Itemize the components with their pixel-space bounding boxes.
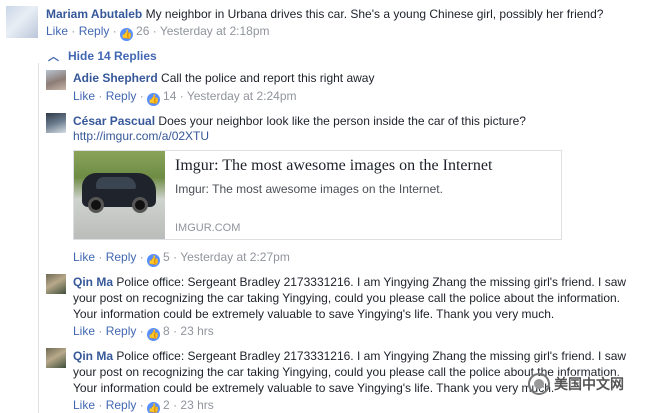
reply-button[interactable]: Reply bbox=[106, 250, 137, 264]
timestamp[interactable]: Yesterday at 2:24pm bbox=[187, 89, 297, 103]
timestamp[interactable]: Yesterday at 2:27pm bbox=[180, 250, 290, 264]
thumbs-up-icon: 👍 bbox=[147, 254, 161, 267]
reply-body: Call the police and report this right aw… bbox=[161, 71, 375, 85]
watermark-text: 美国中文网 bbox=[554, 376, 624, 392]
comment-author[interactable]: Mariam Abutaleb bbox=[46, 7, 142, 21]
reply-body: Police office: Sergeant Bradley 21733312… bbox=[116, 275, 627, 289]
reply-button[interactable]: Reply bbox=[106, 89, 137, 103]
reply-author[interactable]: César Pascual bbox=[73, 114, 155, 128]
reply-text-line: your post on recognizing the car taking … bbox=[73, 291, 621, 305]
reply-button[interactable]: Reply bbox=[79, 24, 110, 38]
avatar[interactable] bbox=[46, 274, 66, 294]
reply-author[interactable]: Qin Ma bbox=[73, 349, 113, 363]
reply-body: Does your neighbor look like the person … bbox=[158, 114, 526, 128]
like-count[interactable]: 26 bbox=[136, 24, 149, 38]
preview-title[interactable]: Imgur: The most awesome images on the In… bbox=[175, 157, 492, 175]
reply-body: Police office: Sergeant Bradley 21733312… bbox=[116, 349, 627, 363]
watermark: 美国中文网 bbox=[528, 373, 624, 395]
like-count[interactable]: 5 bbox=[163, 250, 170, 264]
comment-text: Mariam Abutaleb My neighbor in Urbana dr… bbox=[46, 6, 603, 22]
comment-body: My neighbor in Urbana drives this car. S… bbox=[145, 7, 604, 21]
like-button[interactable]: Like bbox=[73, 250, 95, 264]
like-button[interactable]: Like bbox=[73, 398, 95, 412]
like-count[interactable]: 14 bbox=[163, 89, 176, 103]
avatar[interactable] bbox=[46, 113, 66, 133]
reply-button[interactable]: Reply bbox=[106, 324, 137, 338]
thumbs-up-icon: 👍 bbox=[147, 402, 161, 413]
reply-text-line: Your information could be extremely valu… bbox=[73, 307, 555, 321]
timestamp[interactable]: 23 hrs bbox=[180, 398, 213, 412]
reply-actions: Like · Reply · 👍 8 · 23 hrs bbox=[73, 324, 214, 341]
comment-actions: Like · Reply · 👍 26 · Yesterday at 2:18pm bbox=[46, 24, 270, 41]
hide-replies-label: Hide 14 Replies bbox=[68, 49, 157, 63]
avatar[interactable] bbox=[46, 348, 66, 368]
reply-author[interactable]: Qin Ma bbox=[73, 275, 113, 289]
reply-text: César Pascual Does your neighbor look li… bbox=[73, 113, 526, 129]
timestamp[interactable]: Yesterday at 2:18pm bbox=[160, 24, 270, 38]
chevron-up-icon: ︿ bbox=[48, 51, 59, 63]
preview-domain: IMGUR.COM bbox=[175, 222, 241, 234]
preview-description: Imgur: The most awesome images on the In… bbox=[175, 182, 443, 196]
reply-text-line: Your information could be extremely valu… bbox=[73, 381, 555, 395]
avatar[interactable] bbox=[6, 6, 38, 38]
reply-button[interactable]: Reply bbox=[106, 398, 137, 412]
link-preview-card[interactable]: Imgur: The most awesome images on the In… bbox=[73, 150, 562, 240]
reply-actions: Like · Reply · 👍 2 · 23 hrs bbox=[73, 398, 214, 413]
reply-author[interactable]: Adie Shepherd bbox=[73, 71, 158, 85]
preview-thumbnail[interactable] bbox=[74, 151, 165, 239]
watermark-logo-icon bbox=[528, 373, 550, 395]
reply-actions: Like · Reply · 👍 5 · Yesterday at 2:27pm bbox=[73, 250, 290, 267]
reply-actions: Like · Reply · 👍 14 · Yesterday at 2:24pm bbox=[73, 89, 297, 106]
hide-replies-button[interactable]: ︿ Hide 14 Replies bbox=[48, 48, 157, 65]
like-count[interactable]: 2 bbox=[163, 398, 170, 412]
thumbs-up-icon: 👍 bbox=[147, 328, 161, 341]
like-count[interactable]: 8 bbox=[163, 324, 170, 338]
reply-text: Adie Shepherd Call the police and report… bbox=[73, 70, 374, 86]
reply-text-line: Qin Ma Police office: Sergeant Bradley 2… bbox=[73, 274, 626, 290]
thumbs-up-icon: 👍 bbox=[147, 93, 161, 106]
timestamp[interactable]: 23 hrs bbox=[180, 324, 213, 338]
like-button[interactable]: Like bbox=[73, 324, 95, 338]
reply-text-line: Qin Ma Police office: Sergeant Bradley 2… bbox=[73, 348, 626, 364]
avatar[interactable] bbox=[46, 70, 66, 90]
like-button[interactable]: Like bbox=[73, 89, 95, 103]
like-button[interactable]: Like bbox=[46, 24, 68, 38]
shared-link[interactable]: http://imgur.com/a/02XTU bbox=[73, 128, 209, 144]
thumbs-up-icon: 👍 bbox=[120, 28, 134, 41]
thread-line bbox=[38, 63, 39, 413]
